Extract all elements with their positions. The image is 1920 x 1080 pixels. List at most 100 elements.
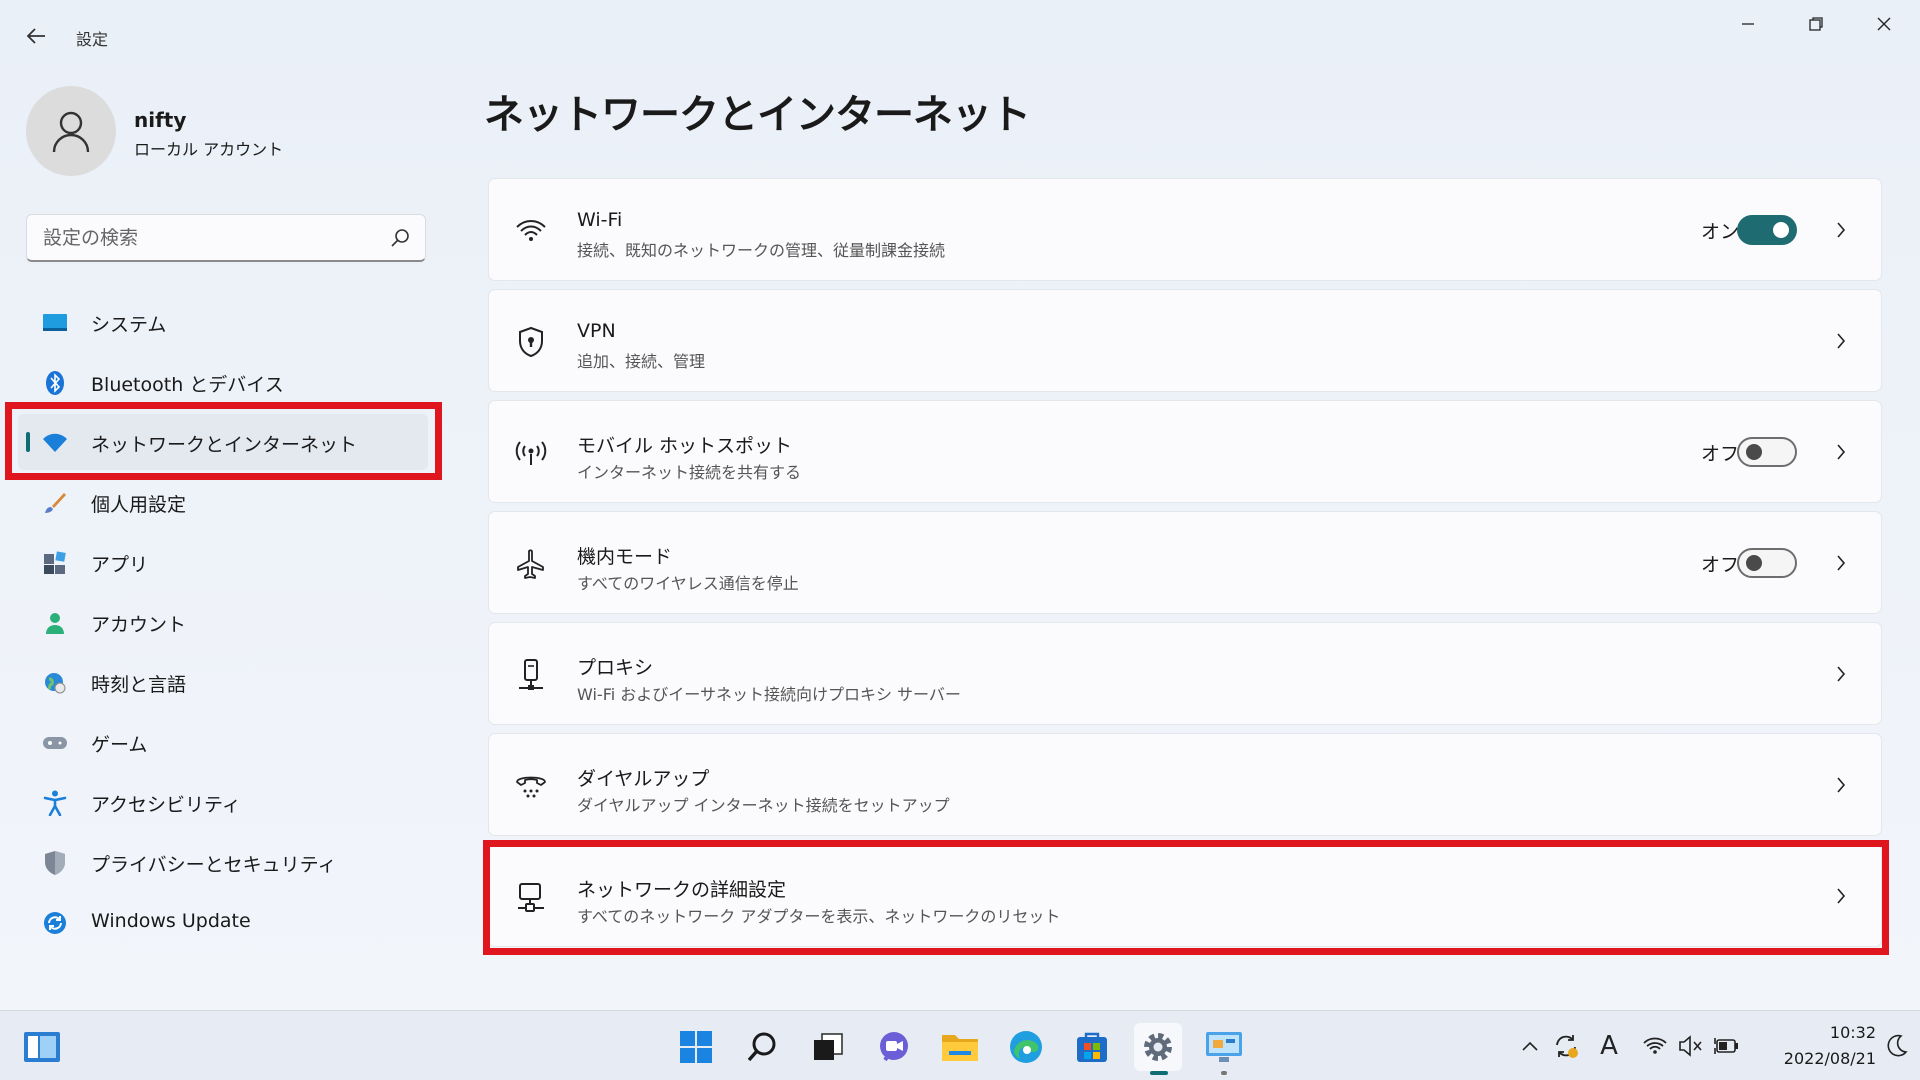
hotspot-toggle[interactable]	[1737, 437, 1797, 467]
store-button[interactable]	[1068, 1023, 1116, 1071]
sidebar-item-label: ゲーム	[91, 734, 148, 756]
bluetooth-icon	[42, 370, 68, 396]
maximize-button[interactable]	[1788, 8, 1844, 40]
globe-clock-icon	[42, 670, 68, 696]
card-title: モバイル ホットスポット	[577, 435, 793, 457]
wifi-toggle[interactable]	[1737, 215, 1797, 245]
page-title: ネットワークとインターネット	[484, 92, 1031, 138]
start-button[interactable]	[672, 1023, 720, 1071]
ime-indicator[interactable]: A	[1594, 1031, 1624, 1061]
sidebar-item-label: プライバシーとセキュリティ	[91, 854, 337, 876]
settings-app-button[interactable]	[1134, 1023, 1182, 1075]
sidebar-item-label: アプリ	[91, 554, 149, 576]
file-explorer-button[interactable]	[936, 1023, 984, 1071]
sidebar-item-system[interactable]: システム	[18, 294, 428, 350]
restore-icon	[1809, 17, 1823, 31]
clock-time[interactable]: 10:32	[1802, 1023, 1876, 1042]
search-box[interactable]	[26, 214, 426, 262]
search-input[interactable]	[43, 225, 373, 251]
shield-icon	[42, 850, 68, 876]
battery-charging-icon	[1714, 1038, 1738, 1054]
sidebar-item-accounts[interactable]: アカウント	[18, 594, 428, 650]
sidebar-item-label: 個人用設定	[91, 494, 187, 516]
sidebar-item-gaming[interactable]: ゲーム	[18, 714, 428, 770]
card-vpn[interactable]: VPN 追加、接続、管理	[488, 289, 1882, 392]
active-app-indicator	[1150, 1071, 1168, 1075]
chat-button[interactable]	[870, 1023, 918, 1071]
folder-icon	[942, 1035, 978, 1061]
card-subtitle: すべてのワイヤレス通信を停止	[577, 574, 799, 593]
proxy-icon	[513, 657, 549, 693]
volume-button[interactable]	[1676, 1031, 1706, 1061]
wifi-icon	[1643, 1037, 1667, 1054]
notification-button[interactable]	[1882, 1031, 1912, 1061]
control-panel-icon	[1206, 1032, 1242, 1062]
sidebar-item-apps[interactable]: アプリ	[18, 534, 428, 590]
highlight-box-sidebar	[5, 402, 442, 480]
chevron-right-icon	[1831, 550, 1851, 576]
card-title: Wi-Fi	[577, 209, 623, 231]
toggle-knob	[1746, 444, 1762, 460]
arrow-left-icon	[26, 28, 45, 44]
minimize-button[interactable]	[1720, 8, 1776, 40]
brush-icon	[42, 490, 68, 516]
hotspot-icon	[513, 435, 549, 471]
gamepad-icon	[42, 730, 68, 756]
minimize-icon	[1742, 23, 1754, 25]
sidebar-item-privacy[interactable]: プライバシーとセキュリティ	[18, 834, 428, 890]
card-title: ダイヤルアップ	[577, 768, 710, 790]
task-view-icon	[814, 1033, 843, 1060]
wifi-signal-icon	[513, 213, 549, 249]
card-subtitle: インターネット接続を共有する	[577, 463, 802, 482]
account-type: ローカル アカウント	[134, 140, 284, 159]
card-wifi[interactable]: Wi-Fi 接続、既知のネットワークの管理、従量制課金接続 オン	[488, 178, 1882, 281]
card-airplane-mode[interactable]: 機内モード すべてのワイヤレス通信を停止 オフ	[488, 511, 1882, 614]
store-icon	[1077, 1032, 1107, 1062]
close-button[interactable]	[1856, 8, 1912, 40]
update-icon	[42, 910, 68, 936]
card-proxy[interactable]: プロキシ Wi-Fi およびイーサネット接続向けプロキシ サーバー	[488, 622, 1882, 725]
card-subtitle: ダイヤルアップ インターネット接続をセットアップ	[577, 796, 950, 815]
sidebar-item-label: 時刻と言語	[91, 674, 187, 696]
back-button[interactable]	[20, 22, 52, 50]
airplane-toggle[interactable]	[1737, 548, 1797, 578]
edge-button[interactable]	[1002, 1023, 1050, 1071]
person-icon	[52, 111, 90, 153]
control-panel-button[interactable]	[1200, 1023, 1248, 1075]
moon-icon	[1887, 1034, 1908, 1057]
sidebar-item-accessibility[interactable]: アクセシビリティ	[18, 774, 428, 830]
task-view-button[interactable]	[804, 1023, 852, 1071]
sidebar-item-windows-update[interactable]: Windows Update	[18, 894, 428, 950]
chevron-right-icon	[1831, 328, 1851, 354]
sidebar-item-time-language[interactable]: 時刻と言語	[18, 654, 428, 710]
search-icon[interactable]	[389, 227, 411, 249]
chevron-right-icon	[1831, 439, 1851, 465]
toggle-state-label: オフ	[1700, 554, 1739, 576]
sidebar-item-label: アカウント	[91, 614, 187, 636]
windows-logo-icon	[680, 1031, 712, 1063]
system-icon	[42, 310, 68, 336]
clock-date[interactable]: 2022/08/21	[1752, 1049, 1876, 1068]
toggle-knob	[1746, 555, 1762, 571]
avatar	[26, 86, 116, 176]
sync-status-button[interactable]	[1551, 1031, 1581, 1061]
battery-button[interactable]	[1712, 1031, 1742, 1061]
chevron-up-icon	[1522, 1041, 1538, 1051]
taskbar-search-button[interactable]	[738, 1023, 786, 1071]
card-subtitle: 追加、接続、管理	[577, 352, 706, 371]
sidebar-item-label: システム	[91, 314, 167, 336]
chevron-right-icon	[1831, 661, 1851, 687]
gear-icon	[1144, 1033, 1172, 1061]
widgets-button[interactable]	[18, 1023, 66, 1071]
sidebar-item-personalization[interactable]: 個人用設定	[18, 474, 428, 530]
sidebar-item-label: Windows Update	[91, 910, 251, 932]
taskbar: A 10:32 2022/08/21	[0, 1010, 1920, 1080]
toggle-knob	[1773, 222, 1789, 238]
network-status-button[interactable]	[1640, 1031, 1670, 1061]
card-dial-up[interactable]: ダイヤルアップ ダイヤルアップ インターネット接続をセットアップ	[488, 733, 1882, 836]
card-mobile-hotspot[interactable]: モバイル ホットスポット インターネット接続を共有する オフ	[488, 400, 1882, 503]
toggle-state-label: オン	[1700, 221, 1739, 243]
toggle-state-label: オフ	[1700, 443, 1739, 465]
settings-window: 設定 nifty ローカル アカウント システム	[0, 0, 1920, 1010]
show-hidden-icons-button[interactable]	[1515, 1031, 1545, 1061]
